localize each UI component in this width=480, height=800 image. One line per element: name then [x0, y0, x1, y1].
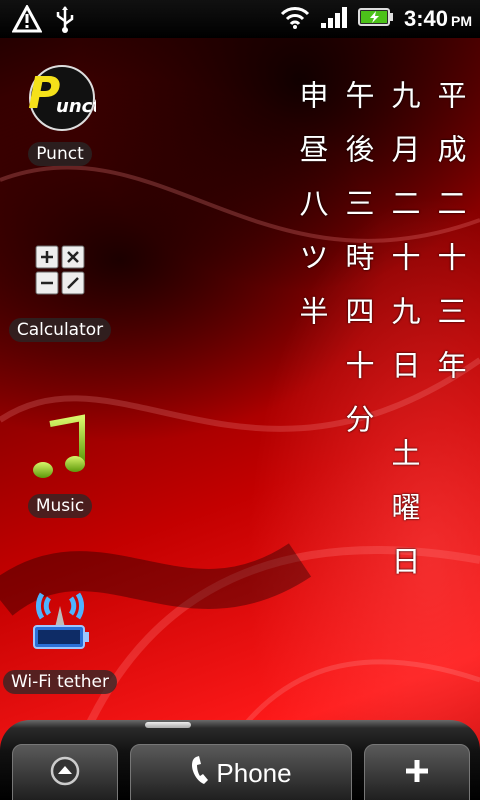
era-year-column: 平成二十三年	[433, 80, 467, 404]
calculator-icon	[24, 236, 96, 308]
date-weekday-column: 九月二十九日 土曜日	[387, 80, 421, 601]
battery-charging-icon	[357, 7, 394, 31]
warning-icon	[11, 3, 43, 37]
clock-ampm: PM	[451, 13, 472, 29]
music-note-icon	[24, 412, 96, 484]
time-column: 午後三時四十分	[341, 80, 375, 458]
all-apps-button[interactable]	[12, 744, 118, 800]
phone-label: Phone	[216, 757, 292, 788]
phone-button[interactable]: Phone	[130, 744, 352, 800]
usb-icon	[54, 5, 76, 37]
shortcut-music[interactable]: Music	[0, 412, 120, 518]
shortcut-label: Wi-Fi tether	[3, 670, 117, 694]
shortcut-label: Music	[27, 494, 93, 518]
shortcut-punct[interactable]: P unct Punct	[0, 60, 120, 166]
punct-app-icon: P unct	[24, 60, 102, 132]
add-to-home-button[interactable]	[364, 744, 470, 800]
launcher-dock: Phone	[0, 720, 480, 800]
up-arrow-icon	[49, 755, 81, 791]
shortcut-calculator[interactable]: Calculator	[0, 236, 120, 342]
wifi-tether-icon	[24, 588, 96, 660]
traditional-time-column: 申昼八ツ半	[295, 80, 329, 350]
clock-time: 3:40	[403, 6, 448, 31]
shortcut-wifi-tether[interactable]: Wi-Fi tether	[0, 588, 120, 694]
shortcut-label: Punct	[28, 142, 92, 166]
signal-icon	[320, 5, 348, 33]
dock-handle[interactable]	[145, 722, 191, 728]
phone-handset-icon	[190, 755, 212, 792]
status-bar: 3:40 PM	[0, 0, 480, 38]
clock: 3:40 PM	[404, 6, 472, 32]
shortcut-label: Calculator	[8, 318, 112, 342]
japanese-calendar-widget[interactable]: 平成二十三年 九月二十九日 土曜日 午後三時四十分 申昼八ツ半	[294, 80, 467, 601]
plus-icon	[402, 756, 432, 790]
wifi-icon	[280, 4, 310, 34]
svg-text:unct: unct	[56, 96, 96, 117]
